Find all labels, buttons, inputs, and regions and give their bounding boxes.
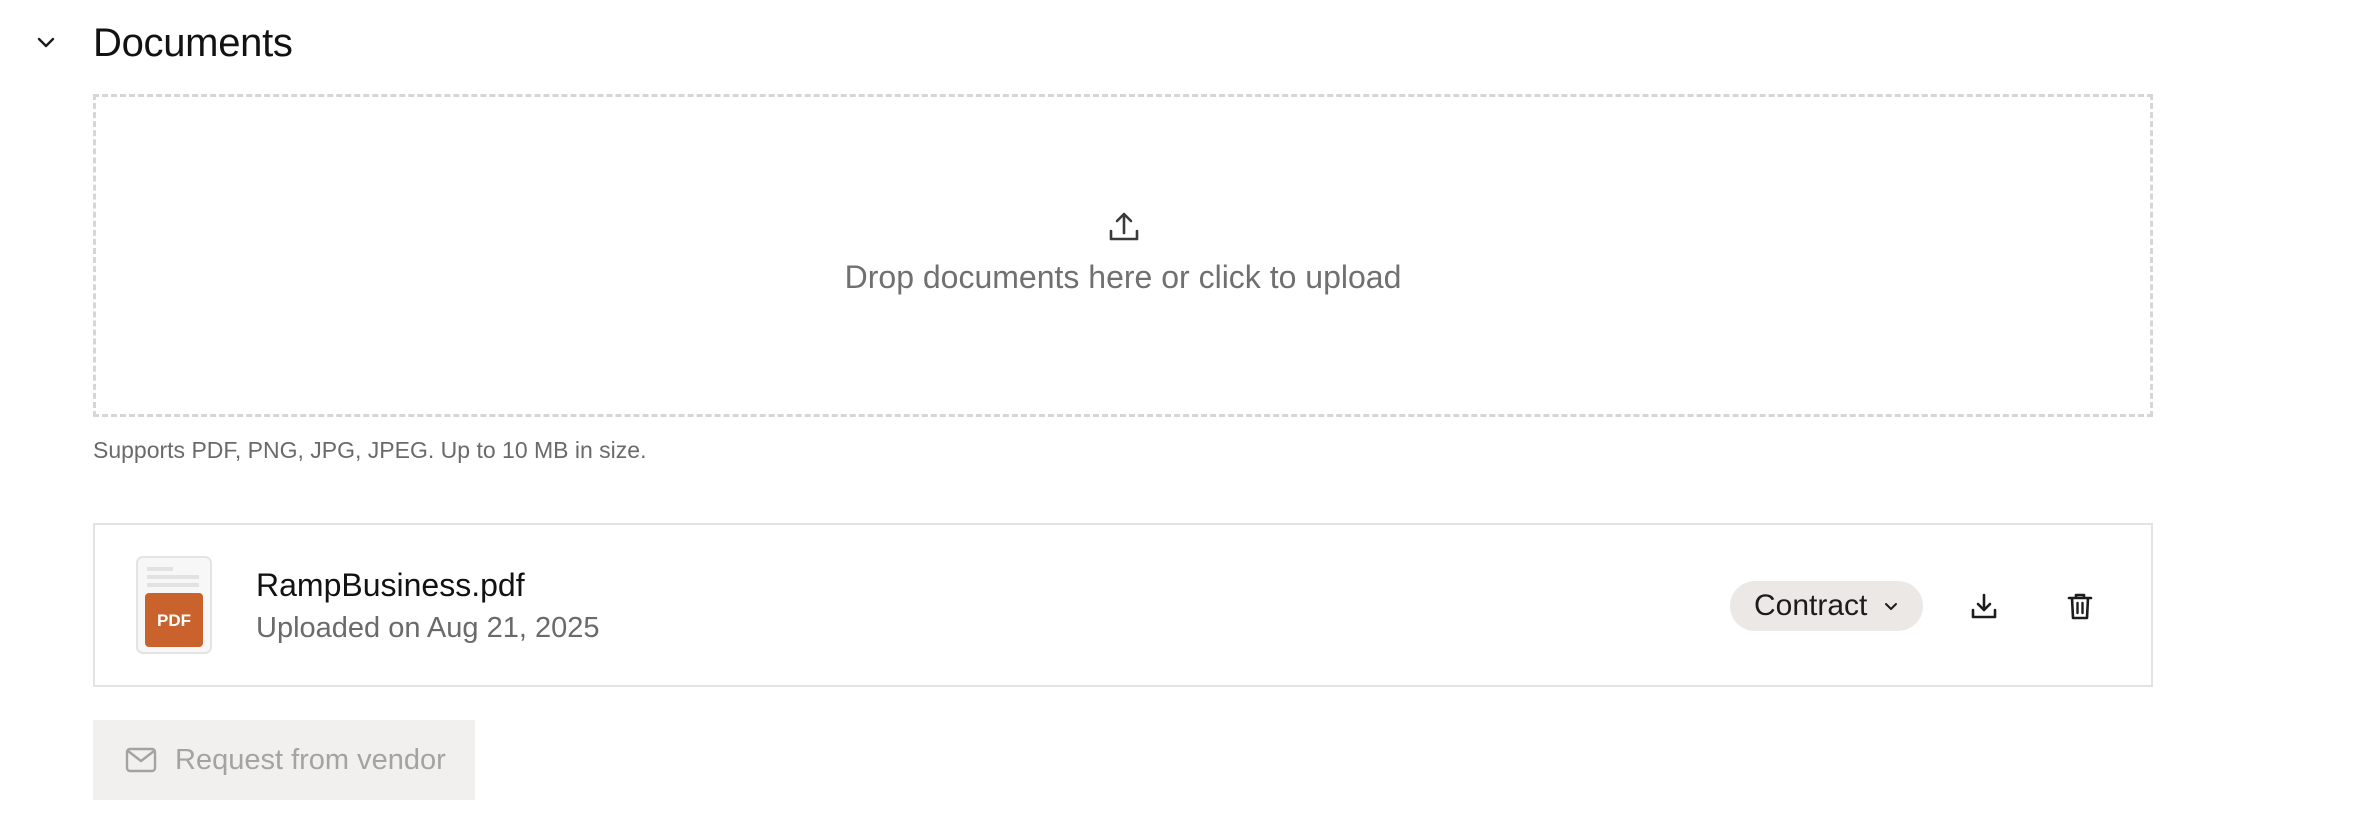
documents-section-header: Documents [0,0,2360,86]
document-type-select[interactable]: Contract [1730,581,1924,631]
pdf-file-icon: PDF [136,556,212,654]
upload-support-note: Supports PDF, PNG, JPG, JPEG. Up to 10 M… [93,437,647,463]
upload-icon [1109,212,1139,241]
file-name: RampBusiness.pdf [256,567,525,603]
file-upload-date: Uploaded on Aug 21, 2025 [256,612,600,644]
request-from-vendor-button[interactable]: Request from vendor [93,720,475,800]
chevron-down-icon [1885,603,1898,610]
request-button-label: Request from vendor [175,744,446,776]
section-title: Documents [93,21,293,65]
dropzone-label: Drop documents here or click to upload [844,259,1402,295]
document-type-value: Contract [1754,589,1868,622]
download-button[interactable] [1961,583,2007,629]
mail-icon [125,747,157,773]
file-row: PDF RampBusiness.pdf Uploaded on Aug 21,… [93,523,2153,687]
chevron-down-icon [37,37,55,48]
collapse-toggle[interactable] [26,22,66,62]
pdf-badge: PDF [157,611,191,630]
download-icon [1971,593,1997,619]
trash-icon [2067,593,2093,620]
upload-dropzone[interactable]: Drop documents here or click to upload [93,94,2153,417]
delete-button[interactable] [2057,583,2103,629]
